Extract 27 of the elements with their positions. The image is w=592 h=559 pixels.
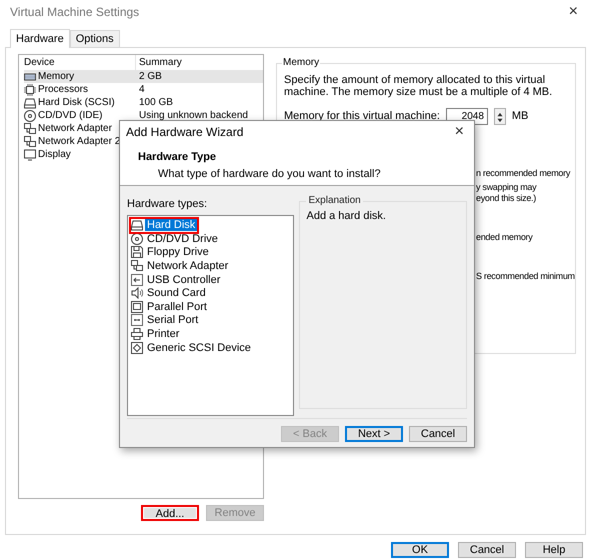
group-title: Explanation — [307, 196, 362, 206]
device-summary: 100 GB — [138, 96, 173, 108]
subheading: What type of hardware do you want to install? — [158, 166, 382, 182]
dialog-title: Add Hardware Wizard — [126, 124, 244, 141]
window-title: Virtual Machine Settings — [10, 4, 140, 21]
device-name: Display — [38, 148, 71, 160]
heading: Hardware Type — [138, 150, 218, 165]
device-name: CD/DVD (IDE) — [38, 110, 102, 122]
device-name: Hard Disk (SCSI) — [38, 96, 115, 108]
explanation-text: Add a hard disk. — [306, 209, 387, 224]
description-text: y swapping may — [476, 182, 536, 193]
group-title: Memory — [282, 58, 320, 68]
device-summary: Using unknown backend — [138, 110, 248, 122]
device-summary: 2 GB — [138, 70, 162, 82]
description-text: n recommended memory — [476, 168, 570, 179]
list-label: Hardware types: — [127, 197, 208, 212]
field-label: Memory for this virtual machine: — [284, 109, 440, 124]
description-text: Specify the amount of memory allocated to this virtual machine. The memory size must be a multiple of 4 MB. — [284, 74, 554, 98]
description-text: eyond this size.) — [476, 193, 536, 204]
description-text: ended memory — [476, 232, 532, 243]
description-text: S recommended minimum — [476, 271, 575, 282]
unit-label: MB — [512, 109, 528, 124]
device-name: Network Adapter — [38, 122, 112, 134]
device-summary: 4 — [138, 84, 145, 96]
device-name: Processors — [38, 84, 88, 96]
column-header: Summary — [138, 56, 182, 70]
device-name: Memory — [38, 70, 74, 82]
